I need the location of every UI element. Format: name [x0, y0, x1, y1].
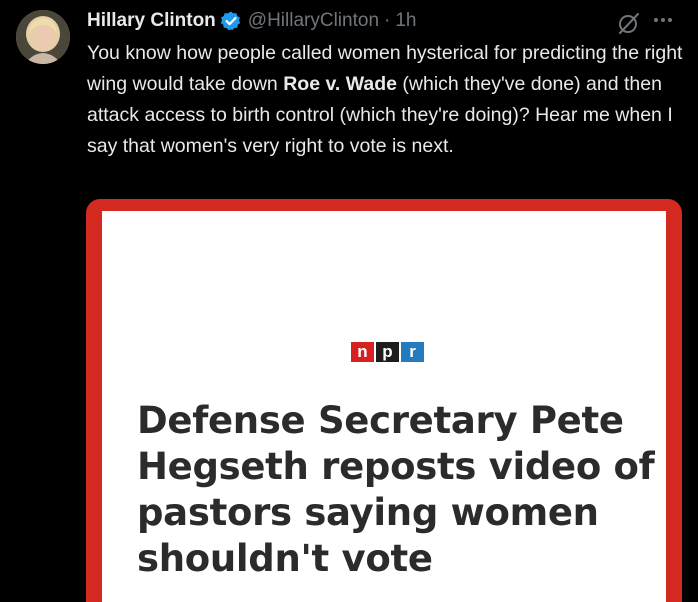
grok-icon[interactable]	[617, 11, 641, 35]
npr-logo-p: p	[376, 342, 399, 362]
media-card[interactable]: n p r Defense Secretary Pete Hegseth rep…	[86, 199, 682, 602]
tweet-text: You know how people called women hysteri…	[87, 38, 687, 162]
verified-badge-icon[interactable]	[220, 10, 242, 32]
npr-logo: n p r	[351, 342, 424, 362]
article-headline: Defense Secretary Pete Hegseth reposts v…	[137, 399, 655, 580]
npr-logo-n: n	[351, 342, 374, 362]
more-options-icon[interactable]	[654, 18, 672, 22]
post-time[interactable]: 1h	[395, 10, 416, 32]
tweet-header: Hillary Clinton @HillaryClinton · 1h	[87, 7, 416, 35]
separator-dot: ·	[384, 10, 391, 31]
tweet-text-bold: Roe v. Wade	[283, 73, 397, 95]
avatar-image	[16, 10, 70, 64]
author-name[interactable]: Hillary Clinton	[87, 10, 216, 32]
article-image: n p r Defense Secretary Pete Hegseth rep…	[102, 211, 666, 602]
avatar[interactable]	[16, 10, 70, 64]
author-handle[interactable]: @HillaryClinton	[248, 10, 379, 32]
npr-logo-r: r	[401, 342, 424, 362]
